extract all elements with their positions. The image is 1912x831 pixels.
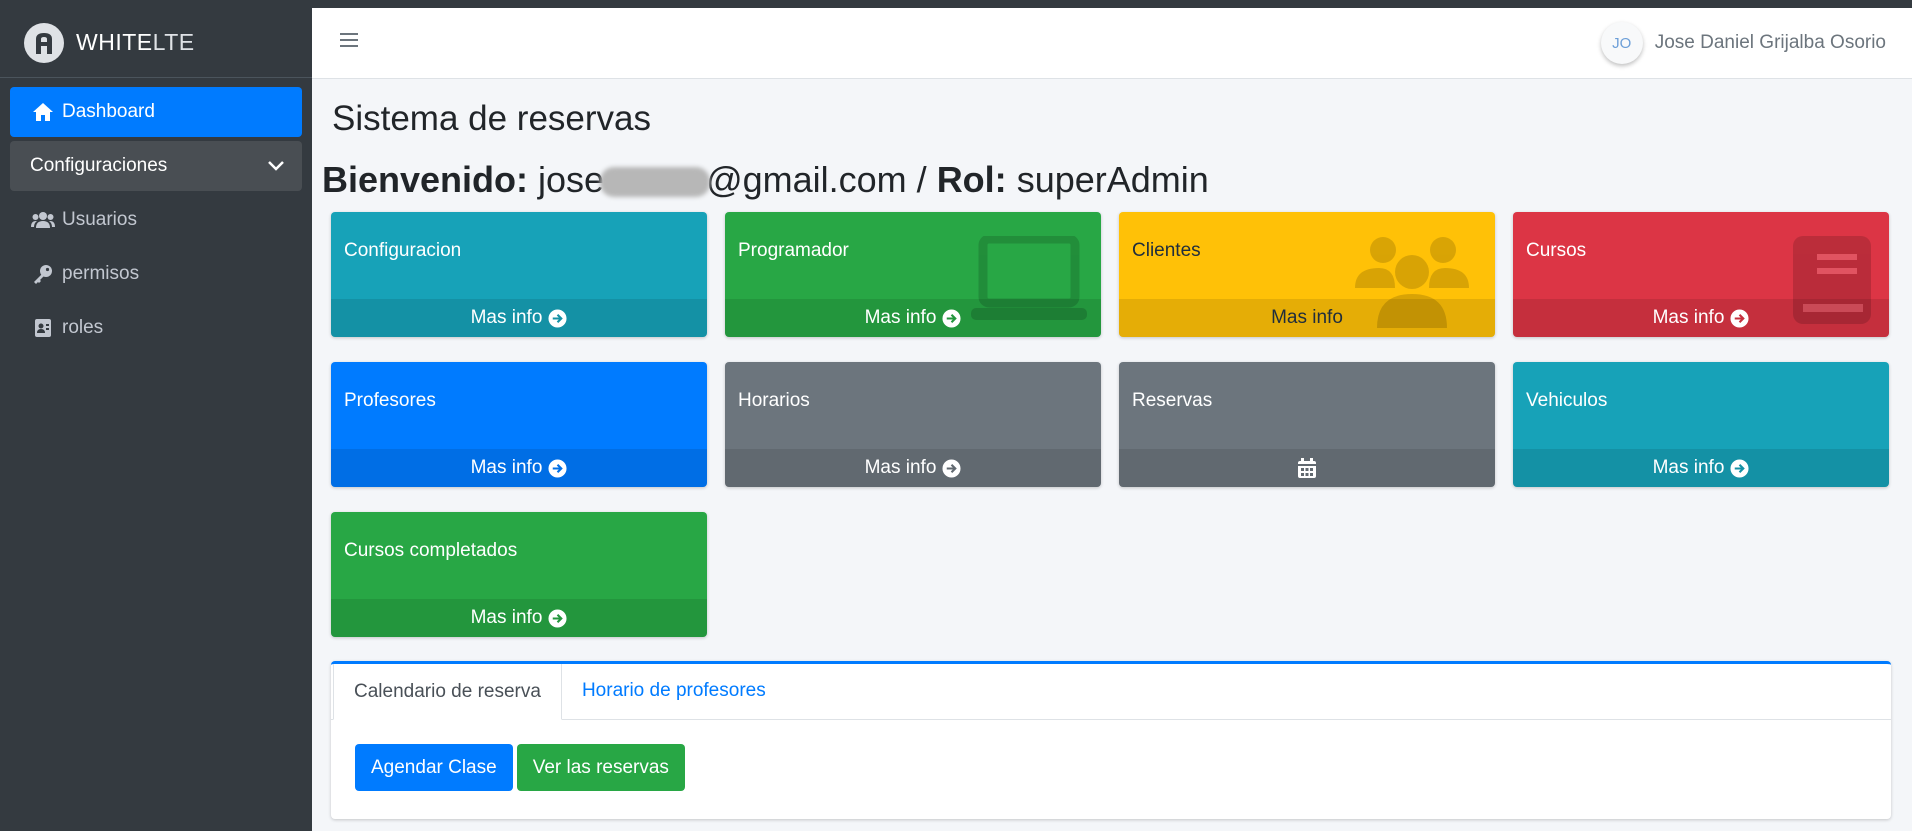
reservation-card: Calendario de reserva Horario de profeso… [331, 661, 1891, 819]
box-title: Horarios [738, 390, 810, 411]
redaction-blur [600, 167, 711, 198]
arrow-circle-right-icon [548, 308, 567, 328]
top-navbar: JO Jose Daniel Grijalba Osorio [312, 8, 1912, 79]
sidebar-item-usuarios[interactable]: Usuarios [10, 195, 302, 245]
box-title: Cursos completados [344, 540, 518, 561]
sidebar-item-dashboard[interactable]: Dashboard [10, 87, 302, 137]
box-programador: Programador Mas info [725, 212, 1101, 337]
user-name: Jose Daniel Grijalba Osorio [1654, 32, 1886, 53]
user-role: superAdmin [1016, 159, 1209, 200]
box-footer-link[interactable]: Mas info [331, 449, 707, 487]
main-content: Sistema de reservas Bienvenido: jose @gma… [312, 79, 1912, 831]
agendar-clase-button[interactable]: Agendar Clase [355, 744, 513, 791]
box-cursos: Cursos Mas info [1513, 212, 1889, 337]
menu-toggle-icon[interactable] [340, 32, 364, 54]
box-horarios: Horarios Mas info [725, 362, 1101, 487]
box-reservas: Reservas [1119, 362, 1495, 487]
calendar-icon [1298, 458, 1316, 478]
arrow-circle-right-icon [942, 458, 961, 478]
brand-link[interactable]: WHITELTE [0, 8, 312, 78]
box-clientes: Clientes Mas info [1119, 212, 1495, 337]
sidebar-item-roles[interactable]: roles [10, 303, 302, 353]
box-profesores: Profesores Mas info [331, 362, 707, 487]
key-icon [30, 263, 56, 285]
box-title: Profesores [344, 390, 436, 411]
sidebar-item-label: permisos [62, 263, 140, 284]
home-icon [30, 101, 56, 123]
box-footer-link[interactable]: Mas info [725, 299, 1101, 337]
card-tabs: Calendario de reserva Horario de profeso… [331, 664, 1891, 720]
window-top-strip [0, 0, 1912, 8]
box-footer-link[interactable] [1119, 449, 1495, 487]
arrow-circle-right-icon [548, 458, 567, 478]
box-cursos-completados: Cursos completados Mas info [331, 512, 707, 637]
box-title: Programador [738, 240, 849, 261]
box-vehiculos: Vehiculos Mas info [1513, 362, 1889, 487]
sidebar: WHITELTE Dashboard Configuraciones Usuar… [0, 8, 312, 831]
sidebar-item-label: Usuarios [62, 209, 137, 230]
box-title: Clientes [1132, 240, 1201, 261]
arrow-circle-right-icon [1730, 458, 1749, 478]
welcome-line: Bienvenido: jose @gmail.com / Rol: superA… [322, 159, 1209, 200]
user-email: jose @gmail.com / [538, 159, 927, 200]
sidebar-nav: Dashboard Configuraciones Usuarios permi… [0, 78, 312, 353]
users-icon [30, 209, 56, 231]
brand-text: WHITELTE [76, 29, 195, 55]
tab-horario-de-profesores[interactable]: Horario de profesores [562, 663, 786, 719]
sidebar-item-label: Configuraciones [30, 155, 168, 176]
box-title: Configuracion [344, 240, 462, 261]
arrow-circle-right-icon [942, 308, 961, 328]
box-title: Reservas [1132, 390, 1213, 411]
box-footer-link[interactable]: Mas info [331, 299, 707, 337]
box-footer-link[interactable]: Mas info [1119, 299, 1495, 337]
avatar: JO [1600, 22, 1643, 64]
box-title: Vehiculos [1526, 390, 1608, 411]
box-title: Cursos [1526, 240, 1587, 261]
box-footer-link[interactable]: Mas info [331, 599, 707, 637]
brand-logo-icon [24, 22, 64, 63]
sidebar-item-permisos[interactable]: permisos [10, 249, 302, 299]
tab-calendario-de-reserva[interactable]: Calendario de reserva [333, 664, 562, 720]
id-card-icon [30, 317, 56, 339]
card-body: Agendar Clase Ver las reservas [331, 720, 1891, 791]
arrow-circle-right-icon [548, 608, 567, 628]
box-footer-link[interactable]: Mas info [1513, 449, 1889, 487]
box-configuracion: Configuracion Mas info [331, 212, 707, 337]
sidebar-item-label: roles [62, 317, 104, 338]
user-menu[interactable]: JO Jose Daniel Grijalba Osorio [1600, 22, 1886, 64]
sidebar-item-label: Dashboard [62, 101, 155, 122]
sidebar-item-configuraciones[interactable]: Configuraciones [10, 141, 302, 191]
box-footer-link[interactable]: Mas info [725, 449, 1101, 487]
ver-reservas-button[interactable]: Ver las reservas [516, 744, 685, 791]
box-footer-link[interactable]: Mas info [1513, 299, 1889, 337]
page-title: Sistema de reservas [332, 99, 652, 138]
arrow-circle-right-icon [1730, 308, 1749, 328]
chevron-down-icon [268, 155, 284, 177]
